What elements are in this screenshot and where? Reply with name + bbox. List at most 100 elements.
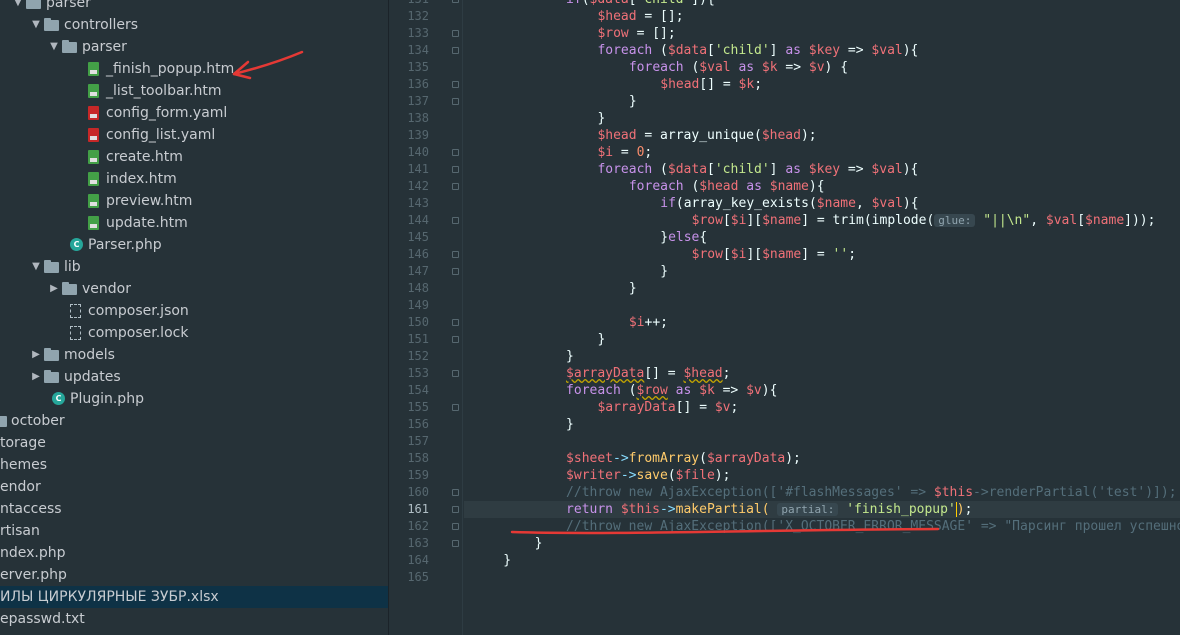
code-line[interactable]: foreach ($row as $k => $v){: [464, 382, 1180, 399]
chevron-down-icon[interactable]: ▼: [30, 14, 42, 36]
code-token: if: [566, 0, 582, 7]
tree-item-parser[interactable]: ▼ parser: [0, 0, 388, 14]
fold-marker-icon[interactable]: [452, 98, 459, 105]
code-line[interactable]: [464, 569, 1180, 586]
code-token: (: [652, 43, 668, 58]
code-line[interactable]: $head = [];: [464, 8, 1180, 25]
fold-marker-icon[interactable]: [452, 47, 459, 54]
fold-marker-icon[interactable]: [452, 166, 459, 173]
code-line[interactable]: $row = [];: [464, 25, 1180, 42]
chevron-down-icon[interactable]: ▼: [12, 0, 24, 14]
fold-marker-icon[interactable]: [452, 268, 459, 275]
code-line[interactable]: $sheet->fromArray($arrayData);: [464, 450, 1180, 467]
code-line[interactable]: $row[$i][$name] = '';: [464, 246, 1180, 263]
code-line[interactable]: if(array_key_exists($name, $val){: [464, 195, 1180, 212]
code-token: 'child': [714, 43, 770, 58]
code-line[interactable]: }: [464, 110, 1180, 127]
tree-item--finish-popup-htm[interactable]: _finish_popup.htm: [0, 58, 388, 80]
tree-item-october[interactable]: october: [0, 410, 388, 432]
code-line[interactable]: return $this->makePartial( partial: 'fin…: [464, 501, 1180, 518]
tree-item-parser[interactable]: ▼ parser: [0, 36, 388, 58]
code-token: $v: [714, 400, 731, 415]
line-number: 135: [407, 60, 429, 74]
fold-marker-icon[interactable]: [452, 251, 459, 258]
chevron-right-icon[interactable]: ▶: [48, 278, 60, 300]
code-line[interactable]: }: [464, 348, 1180, 365]
fold-marker-icon[interactable]: [452, 183, 459, 190]
code-token: ) {: [824, 60, 849, 75]
tree-item-create-htm[interactable]: create.htm: [0, 146, 388, 168]
code-line[interactable]: $arrayData[] = $head;: [464, 365, 1180, 382]
tree-item-config-list-yaml[interactable]: config_list.yaml: [0, 124, 388, 146]
tree-item-preview-htm[interactable]: preview.htm: [0, 190, 388, 212]
code-line[interactable]: $row[$i][$name] = trim(implode(glue: "||…: [464, 212, 1180, 229]
code-line[interactable]: foreach ($head as $name){: [464, 178, 1180, 195]
tree-item-torage[interactable]: torage: [0, 432, 388, 454]
fold-marker-icon[interactable]: [452, 0, 459, 3]
code-line[interactable]: [464, 433, 1180, 450]
fold-marker-icon[interactable]: [452, 81, 459, 88]
tree-item-update-htm[interactable]: update.htm: [0, 212, 388, 234]
tree-item-config-form-yaml[interactable]: config_form.yaml: [0, 102, 388, 124]
tree-item-rtisan[interactable]: rtisan: [0, 520, 388, 542]
code-line[interactable]: foreach ($data['child'] as $key => $val)…: [464, 42, 1180, 59]
fold-marker-icon[interactable]: [452, 336, 459, 343]
tree-item-ntaccess[interactable]: ntaccess: [0, 498, 388, 520]
code-line[interactable]: $head[] = $k;: [464, 76, 1180, 93]
fold-marker-icon[interactable]: [452, 30, 459, 37]
code-line[interactable]: foreach ($data['child'] as $key => $val)…: [464, 161, 1180, 178]
project-tree[interactable]: ▼ parser ▼ controllers ▼ parser _finish_popup.…: [0, 0, 389, 635]
chevron-right-icon[interactable]: ▶: [30, 344, 42, 366]
tree-item-lib[interactable]: ▼ lib: [0, 256, 388, 278]
code-line[interactable]: }: [464, 552, 1180, 569]
tree-item-controllers[interactable]: ▼ controllers: [0, 14, 388, 36]
code-token: ]: [769, 43, 786, 58]
code-token: ;: [722, 366, 731, 381]
tree-item-models[interactable]: ▶ models: [0, 344, 388, 366]
code-token: = [];: [628, 26, 676, 41]
code-line[interactable]: //throw new AjaxException(['#flashMessag…: [464, 484, 1180, 501]
code-token: $i: [730, 247, 747, 262]
fold-marker-icon[interactable]: [452, 523, 459, 530]
tree-item-plugin-php[interactable]: C Plugin.php: [0, 388, 388, 410]
code-line[interactable]: foreach ($val as $k => $v) {: [464, 59, 1180, 76]
tree-item-updates[interactable]: ▶ updates: [0, 366, 388, 388]
code-line[interactable]: }: [464, 263, 1180, 280]
tree-item-vendor[interactable]: ▶ vendor: [0, 278, 388, 300]
fold-marker-icon[interactable]: [452, 370, 459, 377]
code-line[interactable]: }else{: [464, 229, 1180, 246]
code-line[interactable]: $writer->save($file);: [464, 467, 1180, 484]
code-line[interactable]: [464, 297, 1180, 314]
fold-marker-icon[interactable]: [452, 319, 459, 326]
tree-item-hemes[interactable]: hemes: [0, 454, 388, 476]
chevron-down-icon[interactable]: ▼: [48, 36, 60, 58]
fold-marker-icon[interactable]: [452, 149, 459, 156]
code-line[interactable]: if($data['child']){: [464, 0, 1180, 8]
code-line[interactable]: }: [464, 331, 1180, 348]
chevron-down-icon[interactable]: ▼: [30, 256, 42, 278]
code-line[interactable]: $i++;: [464, 314, 1180, 331]
code-line[interactable]: }: [464, 280, 1180, 297]
line-number: 155: [407, 400, 429, 414]
tree-item--list-toolbar-htm[interactable]: _list_toolbar.htm: [0, 80, 388, 102]
code-line[interactable]: $arrayData[] = $v;: [464, 399, 1180, 416]
tree-item-parser-php[interactable]: C Parser.php: [0, 234, 388, 256]
fold-marker-icon[interactable]: [452, 404, 459, 411]
tree-item-composer-lock[interactable]: composer.lock: [0, 322, 388, 344]
code-line[interactable]: }: [464, 416, 1180, 433]
tree-item-index-htm[interactable]: index.htm: [0, 168, 388, 190]
tree-item-composer-json[interactable]: composer.json: [0, 300, 388, 322]
fold-marker-icon[interactable]: [452, 217, 459, 224]
fold-marker-icon[interactable]: [452, 506, 459, 513]
chevron-right-icon[interactable]: ▶: [30, 366, 42, 388]
tree-item-epasswd-txt[interactable]: epasswd.txt: [0, 608, 388, 630]
fold-marker-icon[interactable]: [452, 489, 459, 496]
tree-item-endor[interactable]: endor: [0, 476, 388, 498]
code-line[interactable]: $i = 0;: [464, 144, 1180, 161]
tree-item-илы-циркулярные-зубр-xlsx[interactable]: ИЛЫ ЦИРКУЛЯРНЫЕ ЗУБР.xlsx: [0, 586, 388, 608]
code-line[interactable]: }: [464, 93, 1180, 110]
tree-item-ndex-php[interactable]: ndex.php: [0, 542, 388, 564]
tree-item-erver-php[interactable]: erver.php: [0, 564, 388, 586]
fold-marker-icon[interactable]: [452, 540, 459, 547]
code-line[interactable]: $head = array_unique($head);: [464, 127, 1180, 144]
